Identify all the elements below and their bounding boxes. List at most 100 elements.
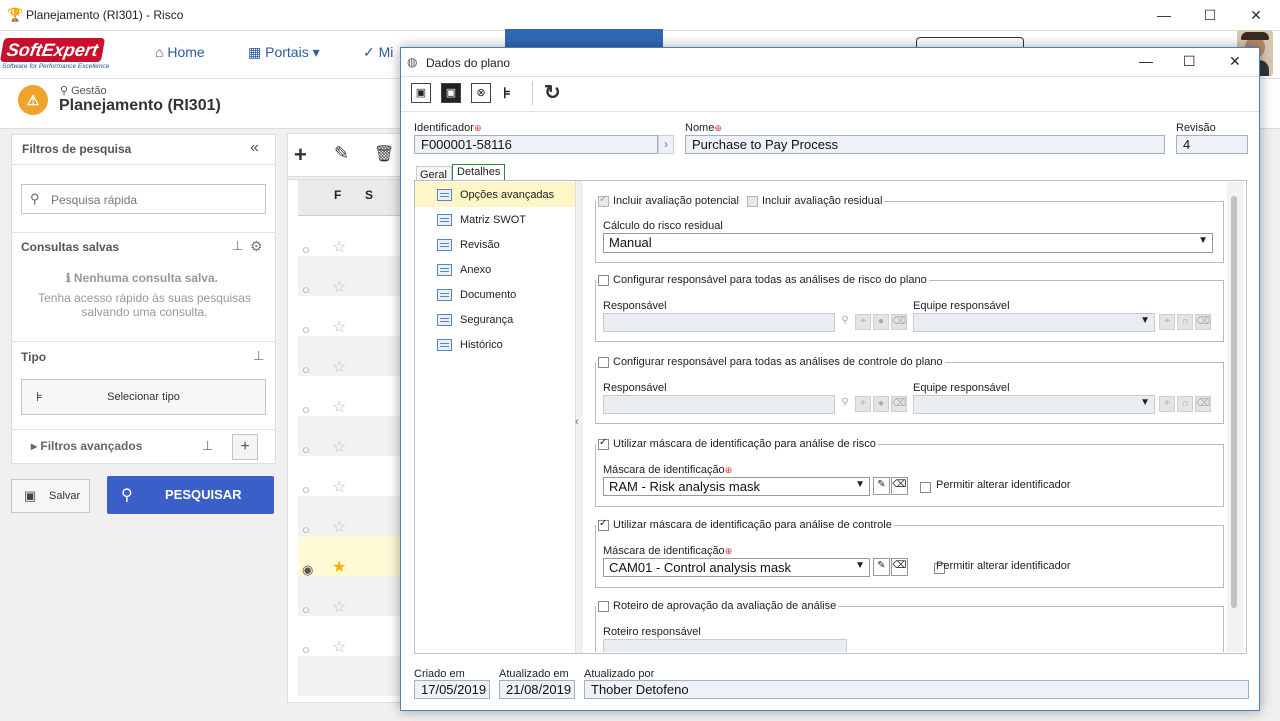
approval-route-label: Roteiro responsável xyxy=(603,626,701,638)
chevron-right-icon[interactable]: › xyxy=(658,135,674,154)
mask-label: Máscara de identificação⊕ xyxy=(603,464,733,476)
collapse-icon[interactable]: « xyxy=(250,139,259,157)
revision-label: Revisão xyxy=(1176,122,1216,134)
minimize-button[interactable]: — xyxy=(1141,0,1187,31)
edit-icon[interactable]: ✎ xyxy=(873,558,890,576)
dialog-maximize-button[interactable]: ☐ xyxy=(1183,53,1196,70)
binoculars-icon: ∩ xyxy=(1177,314,1193,330)
window-title: Planejamento (RI301) - Risco xyxy=(26,8,184,22)
risk-responsible-checkbox[interactable] xyxy=(598,274,609,286)
logo-tagline: Software for Performance Excellence xyxy=(2,63,110,70)
allow-change-risk-checkbox[interactable] xyxy=(920,482,931,493)
add-filter-button[interactable]: + xyxy=(232,434,258,460)
advanced-filters-toggle[interactable]: ▸ Filtros avançados xyxy=(31,439,142,453)
add-icon: + xyxy=(855,314,871,330)
gear-icon[interactable]: ⚙ xyxy=(250,238,263,255)
save-icon[interactable]: ▣ xyxy=(441,83,461,103)
column-f[interactable]: F xyxy=(334,188,341,202)
name-label: Nome⊕ xyxy=(685,122,722,134)
residual-checkbox[interactable] xyxy=(746,195,758,207)
broom-icon[interactable]: ⊥ xyxy=(253,348,264,364)
quick-search-input[interactable]: ⚲ Pesquisa rápida xyxy=(21,184,266,214)
nav-home[interactable]: ⌂ Home xyxy=(155,44,205,60)
risk-responsible-field xyxy=(603,313,835,332)
search-icon: ⚲ xyxy=(30,191,40,206)
dialog-close-button[interactable]: ✕ xyxy=(1229,53,1241,70)
close-button[interactable]: ✕ xyxy=(1233,0,1279,31)
control-responsible-field xyxy=(603,395,835,414)
id-field[interactable]: F000001-58116 xyxy=(414,135,658,154)
divider xyxy=(11,429,276,430)
filters-title: Filtros de pesquisa xyxy=(22,142,132,156)
edit-icon[interactable]: ✎ xyxy=(334,143,349,164)
add-icon[interactable]: + xyxy=(294,142,307,168)
control-mask-legend: Utilizar máscara de identificação para a… xyxy=(596,518,894,531)
control-mask-checkbox[interactable] xyxy=(598,518,609,531)
dialog-app-icon: ◍ xyxy=(407,55,418,69)
clear-icon[interactable]: ⌫ xyxy=(891,477,908,495)
risk-mask-select[interactable]: RAM - Risk analysis mask ▼ xyxy=(603,477,870,496)
allow-change-label: Permitir alterar identificador xyxy=(936,560,1071,572)
sidenav-item-advanced[interactable]: Opções avançadas xyxy=(415,182,575,207)
favorite-star-column[interactable]: ☆ ☆ ☆ ☆ ☆ ☆ ☆ ☆ ★ ☆ ☆ xyxy=(332,228,346,668)
delete-icon[interactable]: 🗑 xyxy=(374,144,394,164)
select-type-button[interactable]: ⊧ Selecionar tipo xyxy=(21,379,266,415)
approval-route-checkbox[interactable] xyxy=(598,600,609,612)
tab-detalhes[interactable]: Detalhes xyxy=(452,164,505,181)
sidenav-item-revision[interactable]: Revisão xyxy=(415,232,575,257)
control-responsible-checkbox[interactable] xyxy=(598,356,609,368)
top-search-box[interactable] xyxy=(916,37,1024,47)
tab-geral[interactable]: Geral xyxy=(416,166,452,181)
residual-calc-label: Cálculo do risco residual xyxy=(603,220,723,232)
type-title: Tipo xyxy=(21,350,47,364)
risk-mask-checkbox[interactable] xyxy=(598,437,609,450)
broom-icon[interactable]: ⊥ xyxy=(232,238,243,254)
trophy-icon: 🏆 xyxy=(7,7,24,22)
collapse-sidenav-icon[interactable]: ‹ xyxy=(575,416,579,428)
maximize-button[interactable]: ☐ xyxy=(1187,0,1233,31)
residual-calc-select[interactable]: Manual ▼ xyxy=(603,233,1213,253)
breadcrumb[interactable]: ⚲ Gestão xyxy=(60,84,107,97)
records-grid: F S ○ ○ ○ ○ ○ ○ ○ ○ ◉ ○ ○ ☆ ☆ ☆ ☆ ☆ ☆ ☆ ☆ ★ ☆ ☆ xyxy=(287,179,408,703)
divider xyxy=(11,164,276,165)
control-responsible-legend: Configurar responsável para todas as aná… xyxy=(596,356,945,368)
team-label: Equipe responsável xyxy=(913,300,1010,312)
save-query-button[interactable]: ▣ Salvar xyxy=(11,479,90,513)
detail-sidenav: Opções avançadas Matriz SWOT Revisão Ane… xyxy=(415,182,575,357)
edit-icon[interactable]: ✎ xyxy=(873,477,890,495)
refresh-icon[interactable]: ↻ xyxy=(544,80,561,105)
name-field[interactable]: Purchase to Pay Process xyxy=(685,135,1165,154)
broom-icon[interactable]: ⊥ xyxy=(202,438,213,454)
nav-portals[interactable]: ▦ Portais ▾ xyxy=(248,44,320,61)
clear-icon: ⌫ xyxy=(1195,396,1211,412)
search-icon: ⚲ xyxy=(841,397,849,408)
control-mask-select[interactable]: CAM01 - Control analysis mask ▼ xyxy=(603,558,870,577)
column-s[interactable]: S xyxy=(365,188,373,202)
search-button[interactable]: ⚲ PESQUISAR xyxy=(107,476,274,514)
floppy-icon: ▣ xyxy=(24,488,37,503)
saved-queries-title: Consultas salvas xyxy=(21,240,120,254)
updated-field: 21/08/2019 xyxy=(499,680,575,699)
save-new-icon[interactable]: ▣ xyxy=(411,83,431,103)
clear-icon[interactable]: ⌫ xyxy=(891,558,908,576)
add-icon: + xyxy=(1159,314,1175,330)
nav-more[interactable]: ✓ Mi xyxy=(363,44,393,61)
sidenav-item-document[interactable]: Documento xyxy=(415,282,575,307)
document-icon xyxy=(437,263,452,276)
user-icon: ● xyxy=(873,396,889,412)
sidenav-item-attachment[interactable]: Anexo xyxy=(415,257,575,282)
approval-route-field xyxy=(603,639,847,652)
sidenav-item-history[interactable]: Histórico xyxy=(415,332,575,357)
dialog-minimize-button[interactable]: — xyxy=(1139,53,1153,69)
search-icon: ⚲ xyxy=(121,487,133,504)
sidenav-item-security[interactable]: Segurança xyxy=(415,307,575,332)
save-close-icon[interactable]: ⊗ xyxy=(471,83,491,103)
grid-icon: ▦ xyxy=(248,44,262,60)
evaluation-group xyxy=(595,201,1224,263)
sidenav-item-swot[interactable]: Matriz SWOT xyxy=(415,207,575,232)
scrollbar[interactable] xyxy=(1227,182,1244,652)
tree-icon[interactable]: ⊧ xyxy=(503,84,511,102)
evaluation-legend: Incluir avaliação potencial Incluir aval… xyxy=(596,194,885,207)
nav-active-tab[interactable] xyxy=(505,29,663,48)
row-radio-column[interactable]: ○ ○ ○ ○ ○ ○ ○ ○ ◉ ○ ○ xyxy=(302,230,313,670)
